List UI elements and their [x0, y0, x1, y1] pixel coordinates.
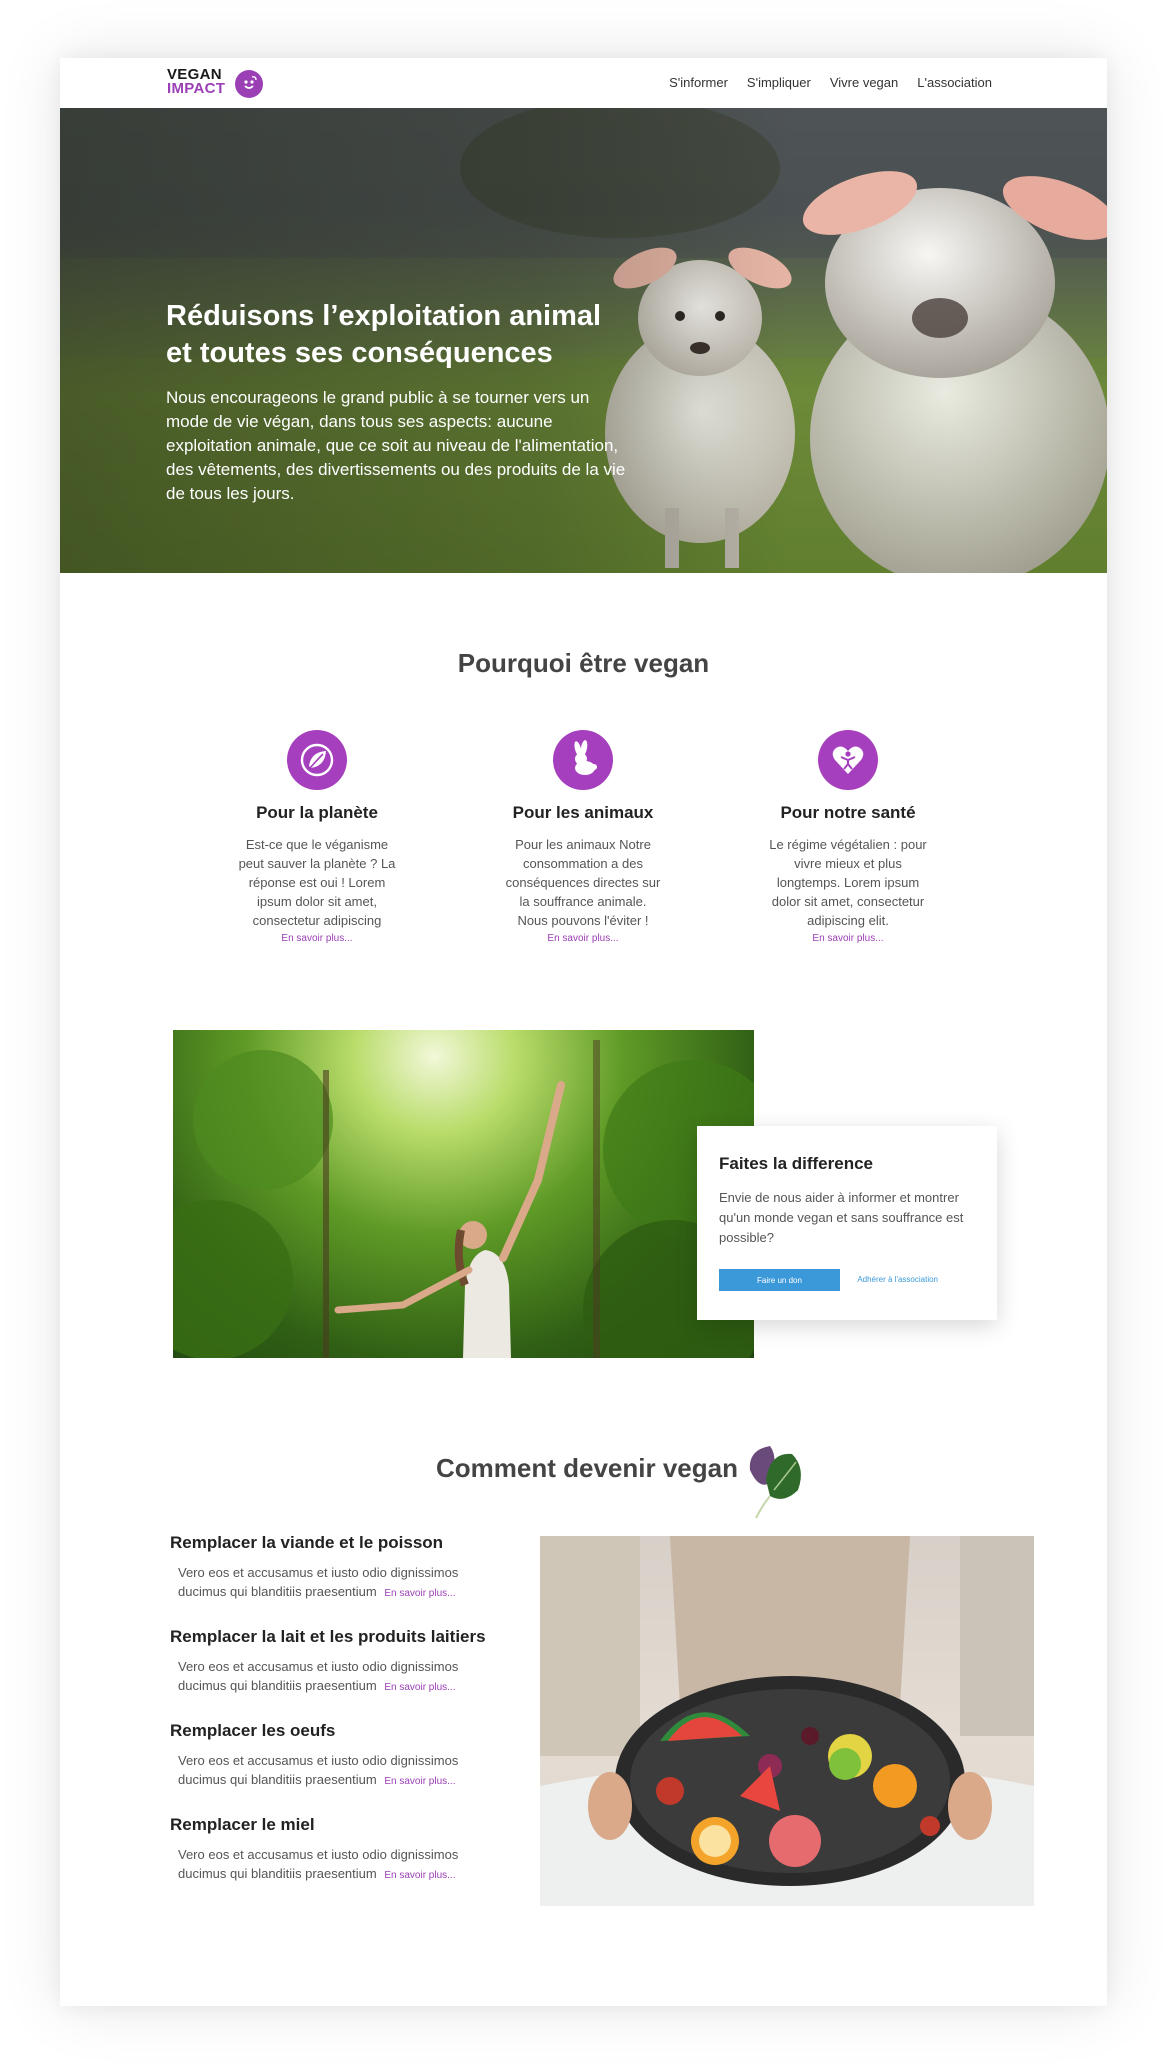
heart-person-icon — [818, 730, 878, 790]
step-honey: Remplacer le miel Vero eos et accusamus … — [170, 1815, 510, 1909]
feature-planet-title: Pour la planète — [256, 803, 378, 822]
hero-description: Nous encourageons le grand public à se t… — [166, 388, 626, 503]
feature-animals: Pour les animaux Pour les animaux Notre … — [493, 730, 673, 944]
rabbit-icon — [553, 730, 613, 790]
steps-list: Remplacer la viande et le poisson Vero e… — [170, 1533, 510, 1909]
step-dairy-link[interactable]: En savoir plus... — [384, 1682, 455, 1693]
logo-face-icon — [235, 70, 263, 98]
feature-health-text: Le régime végétalien : pour vivre mieux … — [769, 837, 927, 928]
step-eggs-title: Remplacer les oeufs — [170, 1721, 336, 1740]
fruit-bowl-photo — [540, 1536, 1034, 1906]
feature-animals-title: Pour les animaux — [512, 803, 654, 822]
feature-health-title: Pour notre santé — [780, 803, 916, 822]
step-dairy-text: Vero eos et accusamus et iusto odio dign… — [170, 1657, 510, 1697]
feature-animals-text: Pour les animaux Notre consommation a de… — [505, 837, 661, 928]
feature-planet: Pour la planète Est-ce que le véganisme … — [227, 730, 407, 944]
join-association-link[interactable]: Adhérer à l'association — [857, 1275, 938, 1284]
why-section-title: Pourquoi être vegan — [457, 648, 710, 678]
step-honey-link[interactable]: En savoir plus... — [384, 1870, 455, 1881]
step-meat-link[interactable]: En savoir plus... — [384, 1588, 455, 1599]
step-honey-text: Vero eos et accusamus et iusto odio dign… — [170, 1845, 510, 1885]
logo-line-2: IMPACT — [167, 80, 226, 97]
forest-illustration — [173, 1040, 754, 1358]
difference-card: Faites la difference Envie de nous aider… — [697, 1126, 997, 1320]
feature-health-link[interactable]: En savoir plus... — [758, 933, 938, 944]
step-eggs: Remplacer les oeufs Vero eos et accusamu… — [170, 1721, 510, 1815]
vegan-impact-logo[interactable]: VEGAN IMPACT — [167, 67, 267, 100]
step-meat-text: Vero eos et accusamus et iusto odio dign… — [170, 1563, 510, 1603]
nav-lassociation[interactable]: L'association — [917, 75, 992, 90]
difference-title: Faites la difference — [719, 1154, 874, 1173]
main-nav: S'informer S'impliquer Vivre vegan L'ass… — [669, 75, 992, 90]
feature-animals-link[interactable]: En savoir plus... — [493, 933, 673, 944]
forest-woman-photo — [173, 1030, 754, 1358]
difference-text: Envie de nous aider à informer et montre… — [719, 1190, 964, 1245]
step-dairy: Remplacer la lait et les produits laitie… — [170, 1627, 510, 1721]
nav-sinformer[interactable]: S'informer — [669, 75, 728, 90]
step-eggs-text: Vero eos et accusamus et iusto odio dign… — [170, 1751, 510, 1791]
step-dairy-title: Remplacer la lait et les produits laitie… — [170, 1627, 486, 1646]
logo-wordmark: VEGAN IMPACT — [167, 67, 226, 97]
feature-planet-text: Est-ce que le véganisme peut sauver la p… — [238, 837, 396, 928]
step-honey-title: Remplacer le miel — [170, 1815, 315, 1834]
feature-health: Pour notre santé Le régime végétalien : … — [758, 730, 938, 944]
donate-button[interactable]: Faire un don — [719, 1269, 840, 1291]
nav-vivre-vegan[interactable]: Vivre vegan — [830, 75, 898, 90]
step-meat: Remplacer la viande et le poisson Vero e… — [170, 1533, 510, 1627]
step-meat-title: Remplacer la viande et le poisson — [170, 1533, 444, 1552]
site-header: VEGAN IMPACT S'informer S'impliquer Vivr… — [60, 58, 1107, 108]
how-section-title: Comment devenir vegan — [436, 1453, 738, 1483]
step-eggs-link[interactable]: En savoir plus... — [384, 1776, 455, 1787]
kale-leaf-icon — [740, 1440, 810, 1520]
difference-actions: Faire un don Adhérer à l'association — [719, 1269, 975, 1291]
leaf-globe-icon — [287, 730, 347, 790]
feature-planet-link[interactable]: En savoir plus... — [227, 933, 407, 944]
fruit-illustration — [540, 1536, 1034, 1906]
hero-banner: Réduisons l’exploitation animal et toute… — [60, 108, 1107, 573]
nav-simpliquer[interactable]: S'impliquer — [747, 75, 811, 90]
hero-title: Réduisons l’exploitation animal et toute… — [166, 300, 602, 369]
page: VEGAN IMPACT S'informer S'impliquer Vivr… — [60, 58, 1107, 2006]
